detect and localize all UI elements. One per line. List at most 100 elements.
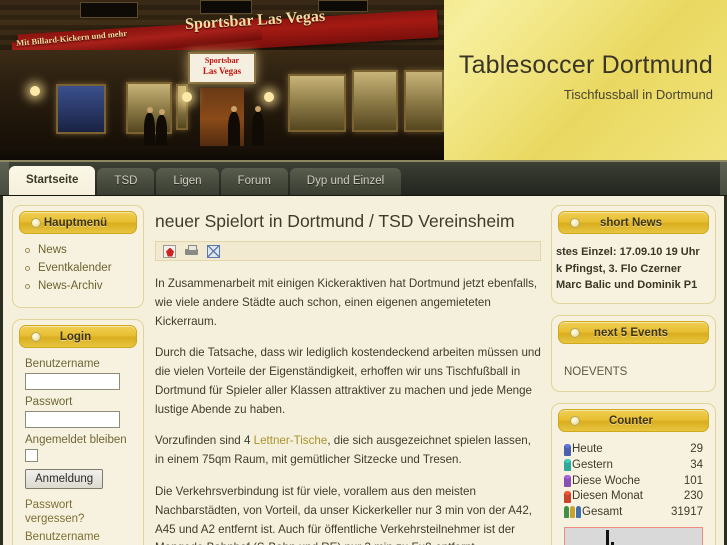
menu-item-label[interactable]: News-Archiv — [38, 280, 103, 292]
login-form: Benutzername Passwort Angemeldet bleiben… — [13, 348, 143, 545]
bullet-circle-icon — [25, 283, 30, 289]
module-hauptmenu-body: News Eventkalender News-Archiv — [13, 234, 143, 292]
bullet-icon — [31, 217, 41, 228]
header-title-block: Tablesoccer Dortmund Tischfussball in Do… — [459, 51, 713, 101]
login-help-link[interactable]: Passwort vergessen? — [25, 498, 131, 527]
article-toolbar — [155, 241, 541, 261]
login-submit-button[interactable]: Anmeldung — [25, 469, 104, 489]
inline-text: Die Verkehrsverbindung ist für viele, vo… — [155, 485, 532, 545]
module-counter: Counter Heute 29 Gestern 34 Diese Woche 101 Di… — [551, 403, 716, 545]
photo-person — [156, 115, 167, 149]
counter-label: Heute — [572, 443, 603, 456]
news-ticker-line: Marc Balic und Dominik P1 — [556, 279, 698, 292]
photo-window — [56, 84, 106, 134]
password-label: Passwort — [25, 396, 73, 408]
login-help-link[interactable]: Benutzername vergessen? — [25, 530, 131, 545]
remember-me-label: Angemeldet bleiben — [25, 434, 127, 446]
menu-item-label[interactable]: News — [38, 244, 67, 256]
counter-label: Diese Woche — [572, 474, 641, 487]
menu-item[interactable]: News-Archiv — [25, 280, 131, 292]
photo-lightbox-line1: Sportsbar — [204, 56, 240, 65]
no-events-text: NOEVENTS — [564, 366, 628, 379]
counter-row: Gestern 34 — [564, 458, 703, 473]
main-menu-list: News Eventkalender News-Archiv — [25, 244, 131, 292]
photo-window — [404, 70, 444, 132]
nav-tab-forum[interactable]: Forum — [220, 168, 288, 195]
module-next-events: next 5 Events NOEVENTS — [551, 315, 716, 393]
counter-row: Gesamt 31917 — [564, 505, 703, 520]
news-ticker[interactable]: stes Einzel: 17.09.10 19 Uhr k Pfingst, 3… — [556, 244, 713, 294]
inline-text: In Zusammenarbeit mit einigen Kickerakti… — [155, 277, 538, 328]
counter-value: 34 — [690, 458, 703, 471]
right-sidebar: short News stes Einzel: 17.09.10 19 Uhr k… — [551, 205, 716, 545]
username-input[interactable] — [25, 373, 120, 390]
article-paragraph: In Zusammenarbeit mit einigen Kickerakti… — [155, 275, 541, 331]
article-paragraph: Durch die Tatsache, dass wir lediglich k… — [155, 344, 541, 419]
site-header: Sportsbar Las Vegas Mit Billard-Kickern … — [0, 0, 727, 162]
module-counter-title: Counter — [608, 414, 654, 427]
nav-tab-startseite[interactable]: Startseite — [9, 166, 96, 195]
photo-upper-window — [80, 2, 138, 18]
nav-tab-ligen[interactable]: Ligen — [156, 168, 219, 195]
people-group-icon — [564, 506, 581, 519]
username-label: Benutzername — [25, 358, 100, 370]
menu-item[interactable]: Eventkalender — [25, 262, 131, 274]
person-icon — [576, 506, 581, 519]
inline-link[interactable]: Lettner-Tische — [254, 434, 328, 447]
photo-window — [176, 84, 188, 130]
nav-tab-dyp-und-einzel[interactable]: Dyp und Einzel — [289, 168, 402, 195]
inline-text: Vorzufinden sind 4 — [155, 434, 254, 448]
email-icon[interactable] — [207, 244, 220, 258]
menu-item-label[interactable]: Eventkalender — [38, 262, 112, 274]
inline-text: Durch die Tatsache, dass wir lediglich k… — [155, 346, 541, 416]
counter-bar-chart — [564, 526, 703, 545]
print-icon[interactable] — [185, 244, 198, 258]
counter-value: 31917 — [671, 506, 703, 519]
module-counter-body: Heute 29 Gestern 34 Diese Woche 101 Diesen Mon… — [552, 432, 715, 545]
module-hauptmenu: Hauptmenü News Eventkalender News-Archiv — [12, 205, 144, 308]
photo-person — [252, 112, 264, 150]
article-body: In Zusammenarbeit mit einigen Kickerakti… — [155, 275, 541, 545]
module-counter-header: Counter — [558, 409, 709, 433]
person-icon — [564, 459, 571, 472]
module-login: Login Benutzername Passwort Angemeldet b… — [12, 319, 144, 545]
module-hauptmenu-title: Hauptmenü — [43, 216, 108, 229]
person-icon — [564, 490, 571, 503]
photo-upper-window — [318, 0, 368, 12]
remember-me-checkbox[interactable] — [25, 449, 38, 462]
person-icon — [564, 474, 571, 487]
module-next-events-body: NOEVENTS — [552, 344, 715, 382]
password-input[interactable] — [25, 411, 120, 428]
bullet-icon — [31, 331, 41, 342]
module-hauptmenu-header: Hauptmenü — [19, 211, 137, 234]
photo-lightbox-sign: Sportsbar Las Vegas — [188, 52, 256, 84]
counter-value: 29 — [690, 443, 703, 456]
menu-item[interactable]: News — [25, 244, 131, 256]
photo-window — [288, 74, 346, 132]
login-help-links: Passwort vergessen? Benutzername vergesse… — [25, 498, 131, 545]
nav-tab-tsd[interactable]: TSD — [97, 168, 155, 195]
counter-label: Diesen Monat — [572, 490, 643, 503]
photo-lamp — [30, 86, 40, 96]
article-paragraph: Vorzufinden sind 4 Lettner-Tische, die s… — [155, 432, 541, 470]
photo-lamp — [182, 92, 192, 102]
photo-lamp — [264, 92, 274, 102]
counter-row: Heute 29 — [564, 442, 703, 457]
article-paragraph: Die Verkehrsverbindung ist für viele, vo… — [155, 483, 541, 545]
news-ticker-line: stes Einzel: 17.09.10 19 Uhr — [556, 246, 700, 258]
header-photo: Sportsbar Las Vegas Mit Billard-Kickern … — [0, 0, 444, 162]
photo-person — [228, 112, 240, 150]
content-area: Hauptmenü News Eventkalender News-Archiv L… — [0, 196, 727, 545]
bullet-icon — [570, 217, 580, 228]
counter-value: 230 — [683, 490, 703, 503]
counter-label: Gestern — [572, 458, 613, 471]
module-login-header: Login — [19, 325, 137, 348]
photo-person — [144, 113, 155, 149]
news-ticker-line: k Pfingst, 3. Flo Czerner — [556, 262, 682, 275]
photo-window — [352, 70, 398, 132]
bullet-circle-icon — [25, 247, 30, 253]
pdf-icon[interactable] — [163, 244, 176, 258]
bullet-icon — [570, 415, 580, 426]
article-title: neuer Spielort in Dortmund / TSD Vereins… — [155, 211, 515, 231]
module-short-news-body: stes Einzel: 17.09.10 19 Uhr k Pfingst, 3… — [552, 234, 715, 294]
